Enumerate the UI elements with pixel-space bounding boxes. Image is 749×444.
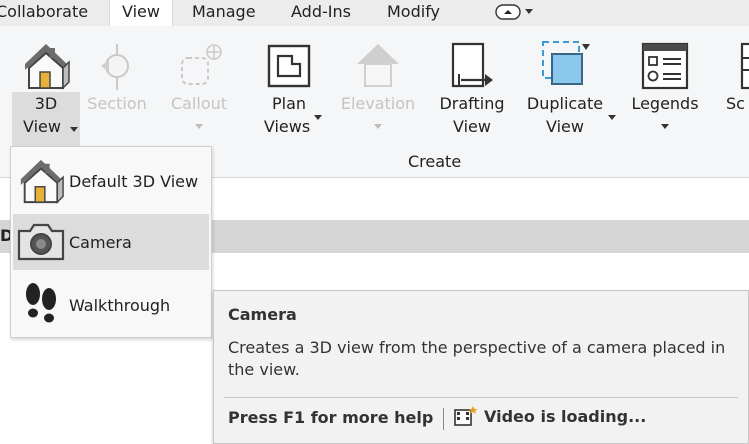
drafting-view-label: Drafting View — [439, 94, 505, 136]
elevation-button[interactable]: Elevation — [337, 26, 419, 146]
chevron-down-icon — [661, 124, 669, 129]
3d-view-dropdown-menu: Default 3D View Camera Walkthrough — [10, 146, 212, 338]
schedules-icon — [740, 40, 749, 98]
callout-label: Callout — [170, 94, 228, 113]
footprints-icon — [13, 277, 69, 333]
duplicate-view-button[interactable]: Duplicate View — [522, 26, 616, 146]
tooltip-description: Creates a 3D view from the perspective o… — [228, 338, 726, 379]
menu-item-label: Default 3D View — [69, 171, 199, 191]
house-3d-icon — [21, 40, 71, 98]
tab-modify[interactable]: Modify — [387, 0, 440, 26]
video-icon — [454, 406, 478, 426]
schedules-label: Sc — [726, 94, 745, 113]
plan-views-button[interactable]: Plan Views — [254, 26, 324, 146]
duplicate-view-label: Duplicate View — [526, 94, 604, 136]
chevron-down-icon — [608, 115, 616, 120]
house-3d-icon — [13, 153, 69, 209]
chevron-down-icon — [195, 124, 203, 129]
menu-item-label: Walkthrough — [69, 295, 171, 315]
legends-icon — [639, 40, 691, 98]
tooltip-divider — [224, 397, 738, 398]
menu-item-label: Camera — [69, 232, 132, 252]
menu-item-default-3d-view[interactable]: Default 3D View — [13, 153, 209, 209]
section-button[interactable]: Section — [84, 26, 150, 146]
chevron-down-icon — [70, 127, 78, 132]
ribbon-display-toggle[interactable] — [495, 3, 533, 21]
legends-label: Legends — [631, 94, 699, 113]
ribbon-minimize-icon — [495, 4, 521, 20]
tooltip-video-link[interactable]: Video is loading... — [454, 405, 646, 427]
plan-views-icon — [262, 40, 316, 98]
section-label: Section — [87, 94, 147, 113]
drafting-view-icon — [445, 40, 499, 98]
tooltip-title: Camera — [228, 305, 297, 324]
tooltip-video-label: Video is loading... — [484, 406, 647, 426]
camera-tooltip: Camera Creates a 3D view from the perspe… — [213, 290, 749, 444]
tooltip-help-text: Press F1 for more help — [228, 408, 434, 427]
section-icon — [95, 40, 139, 98]
duplicate-view-icon — [538, 40, 592, 98]
chevron-down-icon — [525, 9, 533, 14]
elevation-label: Elevation — [340, 94, 416, 113]
schedules-button[interactable]: Sc — [722, 26, 749, 146]
chevron-down-icon — [314, 115, 322, 120]
callout-button[interactable]: Callout — [164, 26, 234, 146]
tab-add-ins[interactable]: Add-Ins — [291, 0, 351, 26]
menu-item-camera[interactable]: Camera — [13, 214, 209, 270]
callout-icon — [172, 40, 226, 98]
tab-collaborate[interactable]: Collaborate — [0, 0, 88, 26]
legends-button[interactable]: Legends — [628, 26, 702, 146]
drafting-view-button[interactable]: Drafting View — [434, 26, 510, 146]
create-panel-label: Create — [408, 152, 462, 171]
elevation-icon — [353, 40, 403, 98]
3d-view-button[interactable]: 3D View — [12, 26, 80, 146]
tab-view[interactable]: View — [109, 0, 173, 27]
tab-manage[interactable]: Manage — [192, 0, 256, 26]
chevron-down-icon — [374, 124, 382, 129]
tooltip-vertical-divider — [443, 408, 444, 430]
camera-icon — [13, 214, 69, 270]
menu-item-walkthrough[interactable]: Walkthrough — [13, 277, 209, 333]
ribbon-tab-bar: Collaborate View Manage Add-Ins Modify — [0, 0, 749, 27]
